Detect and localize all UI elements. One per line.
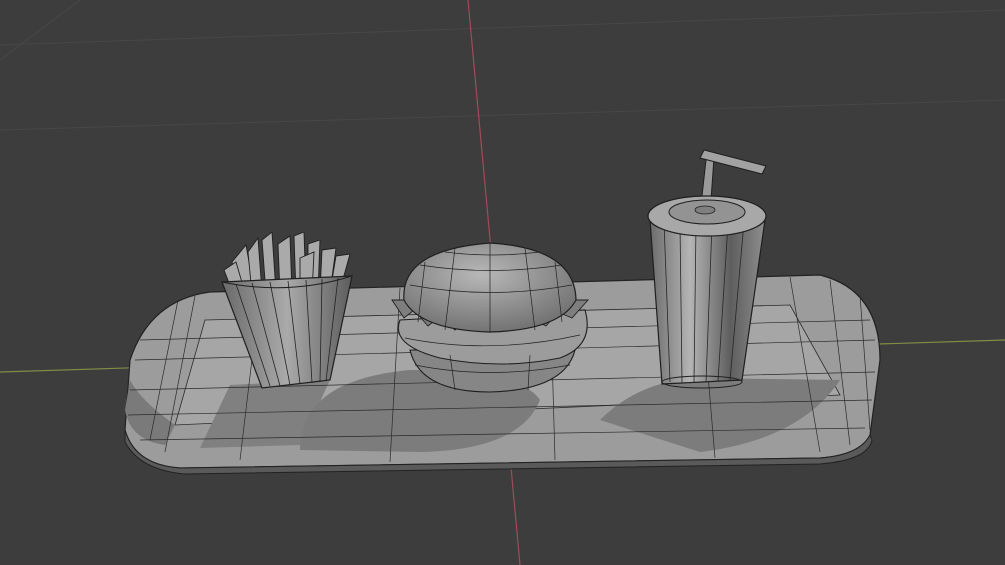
ground-grid: [0, 0, 1005, 131]
viewport-canvas[interactable]: [0, 0, 1005, 565]
3d-viewport[interactable]: [0, 0, 1005, 565]
burger-mesh[interactable]: [391, 242, 590, 393]
